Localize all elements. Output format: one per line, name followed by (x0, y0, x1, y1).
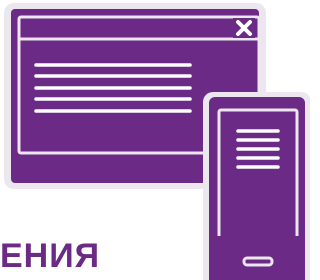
caption-text: ЕНИЯ (0, 237, 101, 275)
